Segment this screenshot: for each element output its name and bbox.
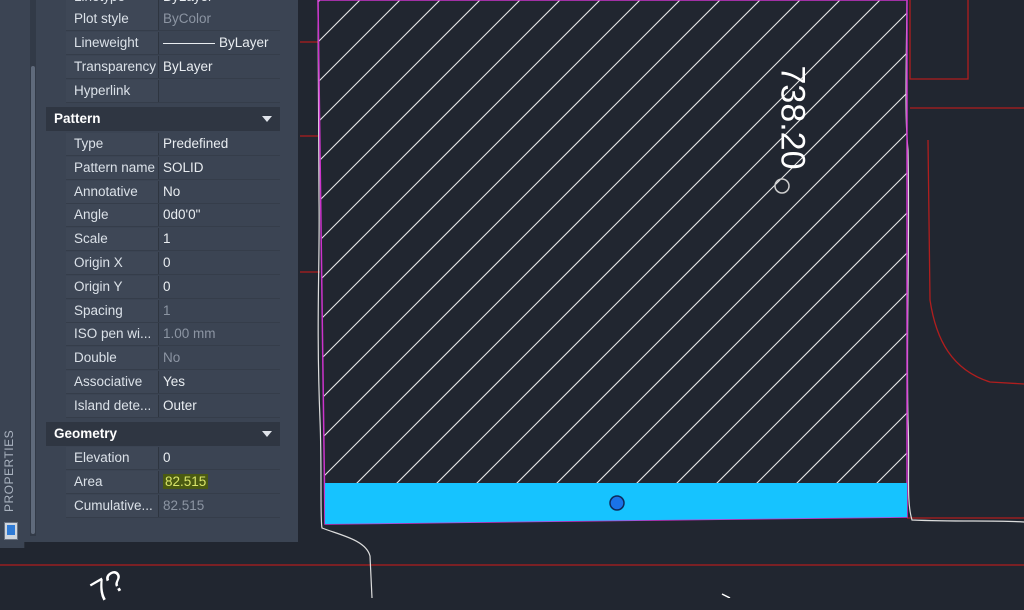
lineweight-swatch — [163, 42, 215, 44]
property-value: 0d0'0" — [163, 207, 201, 223]
property-value: Yes — [163, 374, 186, 389]
property-row-hyperlink[interactable]: Hyperlink — [66, 80, 280, 103]
property-label: Associative — [66, 371, 159, 393]
property-label: ISO pen wi... — [66, 323, 159, 346]
section-title: Pattern — [54, 111, 101, 126]
property-value: No — [163, 183, 181, 199]
property-label: Elevation — [66, 447, 159, 469]
property-row-scale[interactable]: Scale 1 — [66, 228, 280, 252]
property-value: 0 — [163, 450, 171, 465]
property-label: Cumulative... — [66, 495, 159, 517]
property-label: Annotative — [66, 180, 159, 203]
hatch-grip[interactable] — [609, 495, 625, 511]
property-label: Origin Y — [66, 275, 159, 298]
property-row-lineweight[interactable]: Lineweight ByLayer — [66, 32, 280, 55]
property-value: 0 — [163, 255, 171, 270]
property-row-iso-pen-wi[interactable]: ISO pen wi... 1.00 mm — [66, 323, 280, 347]
property-row-plot-style[interactable]: Plot style ByColor — [66, 8, 280, 31]
property-value: 82.515 — [163, 498, 205, 513]
property-row-elevation[interactable]: Elevation 0 — [66, 447, 280, 470]
property-value: 1 — [163, 231, 171, 247]
properties-palette-titlebar[interactable]: PROPERTIES — [0, 0, 25, 548]
chevron-down-icon[interactable] — [262, 431, 272, 437]
property-value: ByColor — [163, 11, 212, 26]
dimension-text[interactable]: 738.20 — [773, 66, 812, 170]
property-value: 0 — [163, 278, 171, 294]
property-label: Double — [66, 347, 159, 370]
property-row-transparency[interactable]: Transparency ByLayer — [66, 56, 280, 79]
property-value: SOLID — [163, 159, 204, 175]
property-label: Island dete... — [66, 394, 159, 417]
property-value: No — [163, 350, 181, 366]
property-value — [160, 80, 280, 102]
property-row-spacing[interactable]: Spacing 1 — [66, 299, 280, 323]
property-row-type[interactable]: Type Predefined — [66, 133, 280, 156]
property-row-double[interactable]: Double No — [66, 347, 280, 371]
property-value: ByLayer — [163, 59, 213, 74]
property-label: Transparency — [66, 56, 159, 78]
area-value-highlighted: 82.515 — [163, 474, 209, 489]
property-label: Angle — [66, 204, 159, 227]
property-row-annotative[interactable]: Annotative No — [66, 180, 280, 204]
property-row-island-dete[interactable]: Island dete... Outer — [66, 394, 280, 418]
property-row-cumulative-area[interactable]: Cumulative... 82.515 — [66, 495, 280, 518]
property-label: Area — [66, 471, 159, 493]
property-value[interactable]: ByLayer — [160, 32, 280, 54]
property-row-angle[interactable]: Angle 0d0'0" — [66, 204, 280, 228]
property-row-pattern-name[interactable]: Pattern name SOLID — [66, 156, 280, 180]
property-label: Plot style — [66, 8, 159, 30]
property-value: 1.00 mm — [163, 326, 216, 342]
property-row-associative[interactable]: Associative Yes — [66, 371, 280, 394]
property-value: Predefined — [163, 136, 229, 151]
property-label: Hyperlink — [66, 80, 159, 102]
property-label: Origin X — [66, 252, 159, 274]
property-value: 1 — [163, 302, 171, 318]
properties-palette-icon[interactable] — [4, 522, 18, 540]
property-label: Scale — [66, 228, 159, 251]
lineweight-value: ByLayer — [219, 35, 269, 50]
property-row-origin-x[interactable]: Origin X 0 — [66, 252, 280, 275]
property-label: Linetype — [66, 0, 159, 8]
properties-scrollbar-thumb[interactable] — [31, 66, 35, 534]
property-row-area[interactable]: Area 82.515 — [66, 471, 280, 494]
palette-title: PROPERTIES — [2, 429, 16, 512]
property-label: Spacing — [66, 299, 159, 322]
property-value: Outer — [163, 397, 197, 413]
property-label: Type — [66, 133, 159, 155]
property-value: ByLayer — [160, 0, 280, 8]
chevron-down-icon[interactable] — [262, 116, 272, 122]
property-label: Pattern name — [66, 156, 159, 179]
property-value: 82.515 — [160, 471, 280, 493]
property-label: Lineweight — [66, 32, 159, 54]
property-row-origin-y[interactable]: Origin Y0 — [66, 275, 280, 299]
section-header-pattern[interactable]: Pattern — [46, 107, 280, 131]
section-header-geometry[interactable]: Geometry — [46, 422, 280, 446]
section-title: Geometry — [54, 426, 118, 441]
